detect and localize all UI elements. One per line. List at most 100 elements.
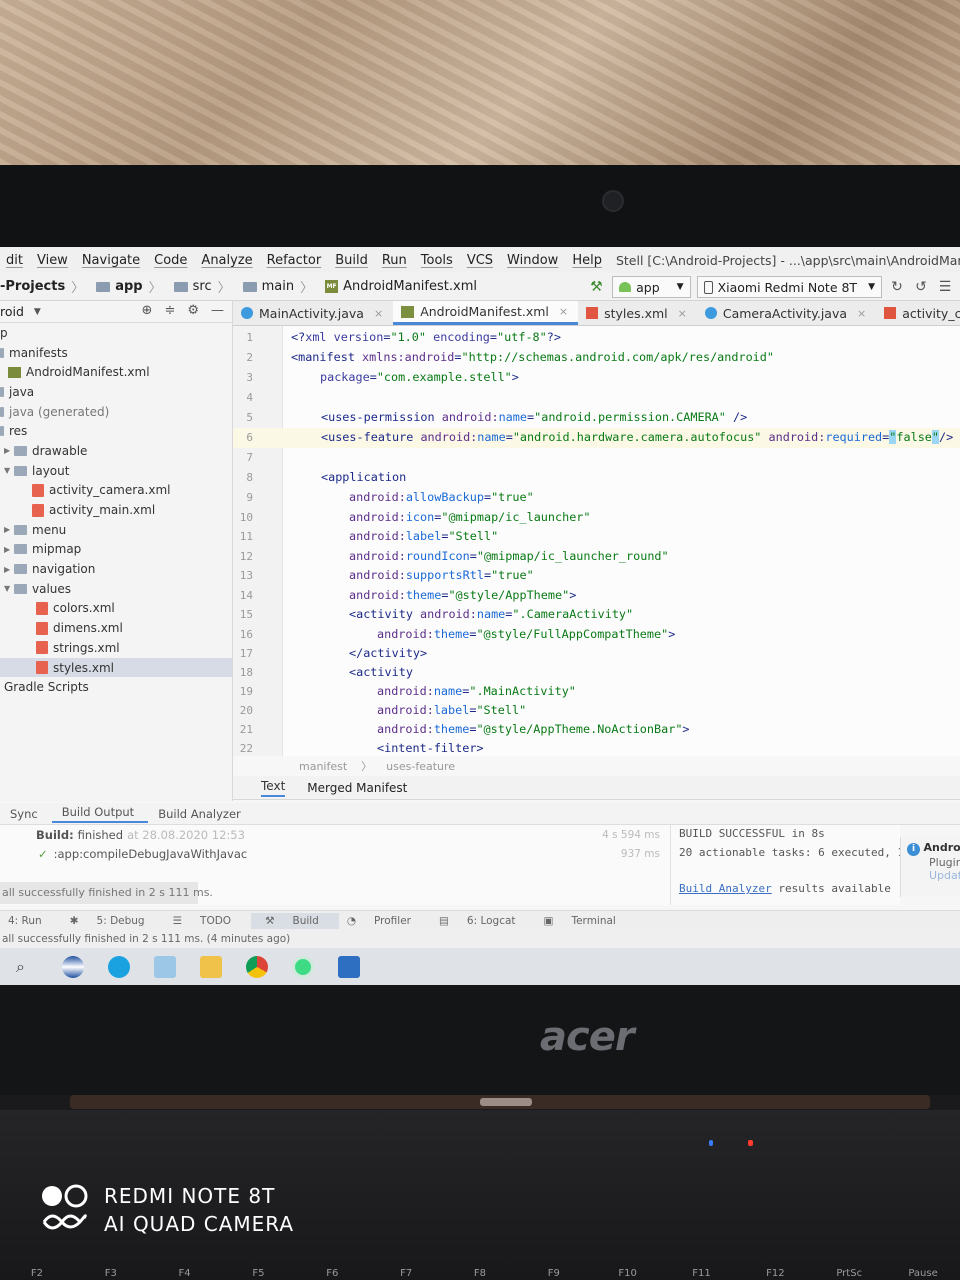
tab-build-output[interactable]: Build Output	[51, 805, 149, 823]
tool-run[interactable]: 4: Run	[0, 915, 62, 927]
rerun-icon[interactable]: ↻	[888, 279, 906, 295]
close-icon[interactable]: ×	[559, 305, 568, 318]
folder-icon	[96, 281, 111, 292]
build-task-label: :app:compileDebugJavaWithJavac	[53, 846, 248, 861]
code-editor[interactable]: 1 <?xml version="1.0" encoding="utf-8"?> …	[233, 326, 960, 756]
menu-view[interactable]: View	[31, 253, 76, 268]
file-explorer-icon[interactable]	[200, 955, 222, 978]
tree-item-label: styles.xml	[53, 660, 114, 675]
tool-logcat[interactable]: ▤ 6: Logcat	[431, 915, 536, 927]
menu-tools[interactable]: Tools	[415, 253, 461, 268]
tab-merged-manifest[interactable]: Merged Manifest	[307, 781, 407, 795]
tree-item-res[interactable]: res	[0, 421, 232, 441]
chrome-icon[interactable]	[246, 955, 268, 978]
device-select[interactable]: Xiaomi Redmi Note 8T ▼	[696, 276, 882, 298]
build-output-line: BUILD SUCCESSFUL in 8s	[679, 827, 825, 840]
build-analyzer-link[interactable]: Build Analyzer	[679, 882, 772, 895]
chevron-down-icon[interactable]: ▼	[34, 307, 41, 317]
watermark-line1: REDMI NOTE 8T	[104, 1184, 276, 1208]
tree-item-label: dimens.xml	[53, 621, 123, 636]
menu-code[interactable]: Code	[148, 253, 195, 268]
menu-edit[interactable]: dit	[0, 253, 31, 268]
menu-refactor[interactable]: Refactor	[261, 253, 330, 268]
tab-styles[interactable]: styles.xml ×	[578, 301, 697, 325]
tab-build-analyzer[interactable]: Build Analyzer	[148, 807, 255, 821]
chevron-right-icon: 〉	[217, 281, 231, 296]
collapse-icon[interactable]: ≑	[164, 303, 175, 318]
breadcrumb-manifest[interactable]: MF AndroidManifest.xml	[325, 279, 483, 294]
notify-link[interactable]: Updat	[907, 869, 960, 882]
code-line: 18 <activity	[233, 663, 960, 683]
tree-item-values[interactable]: ▼ values	[0, 579, 232, 599]
tree-item-layout[interactable]: ▼ layout	[0, 461, 232, 481]
breadcrumb-main[interactable]: main 〉	[242, 277, 326, 296]
tab-text[interactable]: Text	[261, 779, 286, 797]
tab-cameraactivity[interactable]: CameraActivity.java ×	[697, 301, 876, 325]
build-row-root[interactable]: Build: finished at 28.08.2020 12:53 4 s …	[0, 825, 670, 844]
tool-todo[interactable]: ☰ TODO	[165, 915, 251, 927]
build-row-task[interactable]: ✓ :app:compileDebugJavaWithJavac 937 ms	[0, 844, 670, 863]
line-number: 7	[246, 451, 253, 464]
skype-icon[interactable]	[108, 955, 130, 978]
search-icon[interactable]: ⌕	[16, 957, 38, 977]
menu-help[interactable]: Help	[566, 253, 610, 268]
tab-androidmanifest[interactable]: AndroidManifest.xml ×	[393, 301, 579, 325]
tree-item-menu[interactable]: ▶ menu	[0, 520, 232, 540]
tree-item-app[interactable]: p	[0, 323, 232, 343]
key-label: F8	[473, 1268, 487, 1279]
tree-item-gradle-scripts[interactable]: Gradle Scripts	[0, 677, 232, 697]
breadcrumb-uses-feature[interactable]: uses-feature	[386, 760, 455, 773]
menu-lines-icon[interactable]: ☰	[936, 279, 954, 295]
tree-item-manifests[interactable]: manifests	[0, 343, 232, 363]
line-number: 11	[239, 530, 253, 543]
tree-item-mipmap[interactable]: ▶ mipmap	[0, 540, 232, 560]
menu-analyze[interactable]: Analyze	[195, 253, 260, 268]
minimize-icon[interactable]: —	[211, 303, 224, 318]
paint-icon[interactable]	[154, 955, 176, 978]
tool-profiler[interactable]: ◔ Profiler	[339, 915, 431, 927]
android-studio-icon[interactable]	[292, 955, 314, 978]
tree-item-java[interactable]: java	[0, 382, 232, 402]
tab-sync[interactable]: Sync	[0, 807, 52, 821]
tree-item-activity-camera[interactable]: activity_camera.xml	[0, 481, 232, 501]
run-config-select[interactable]: app ▼	[612, 276, 691, 298]
tree-item-navigation[interactable]: ▶ navigation	[0, 559, 232, 579]
menu-run[interactable]: Run	[376, 253, 415, 268]
menu-navigate[interactable]: Navigate	[76, 253, 148, 268]
locate-icon[interactable]: ⊕	[142, 303, 153, 318]
tree-item-androidmanifest[interactable]: AndroidManifest.xml	[0, 362, 232, 382]
gear-icon[interactable]: ⚙	[187, 303, 199, 318]
apply-changes-icon[interactable]: ↺	[912, 279, 930, 295]
tool-build[interactable]: ⚒ Build	[251, 912, 339, 929]
tree-item-activity-main[interactable]: activity_main.xml	[0, 500, 232, 520]
tool-label: Profiler	[374, 914, 411, 927]
tree-item-strings[interactable]: strings.xml	[0, 638, 232, 658]
breadcrumb-app[interactable]: app 〉	[96, 277, 173, 296]
menu-window[interactable]: Window	[501, 253, 566, 268]
breadcrumb-projects[interactable]: -Projects 〉	[0, 277, 96, 296]
menu-vcs[interactable]: VCS	[461, 253, 501, 268]
browser-icon[interactable]	[62, 955, 84, 978]
tree-item-drawable[interactable]: ▶ drawable	[0, 441, 232, 461]
key-label: F5	[252, 1268, 265, 1279]
tool-debug[interactable]: ✱ 5: Debug	[62, 915, 165, 927]
close-icon[interactable]: ×	[374, 307, 383, 320]
breadcrumb-manifest-tag[interactable]: manifest	[299, 760, 347, 773]
tree-item-java-generated[interactable]: java (generated)	[0, 402, 232, 422]
tool-terminal[interactable]: ▣ Terminal	[536, 915, 636, 927]
breadcrumb-src[interactable]: src 〉	[173, 277, 243, 296]
close-icon[interactable]: ×	[678, 307, 687, 320]
folder-icon	[173, 281, 188, 292]
menu-build[interactable]: Build	[329, 253, 376, 268]
tab-activity-camera[interactable]: activity_camera.xml×	[876, 301, 960, 325]
logcat-icon: ▤	[438, 914, 449, 927]
project-view-select[interactable]: roid	[0, 304, 24, 319]
close-icon[interactable]: ×	[857, 307, 866, 320]
notification-balloon[interactable]: i Andro Plugin Updat	[900, 837, 960, 897]
tree-item-styles[interactable]: styles.xml	[0, 657, 232, 678]
tree-item-dimens[interactable]: dimens.xml	[0, 618, 232, 638]
hammer-icon[interactable]: ⚒	[590, 279, 606, 295]
tree-item-colors[interactable]: colors.xml	[0, 599, 232, 619]
tab-mainactivity[interactable]: MainActivity.java ×	[233, 301, 393, 325]
save-disk-icon[interactable]	[338, 955, 360, 978]
